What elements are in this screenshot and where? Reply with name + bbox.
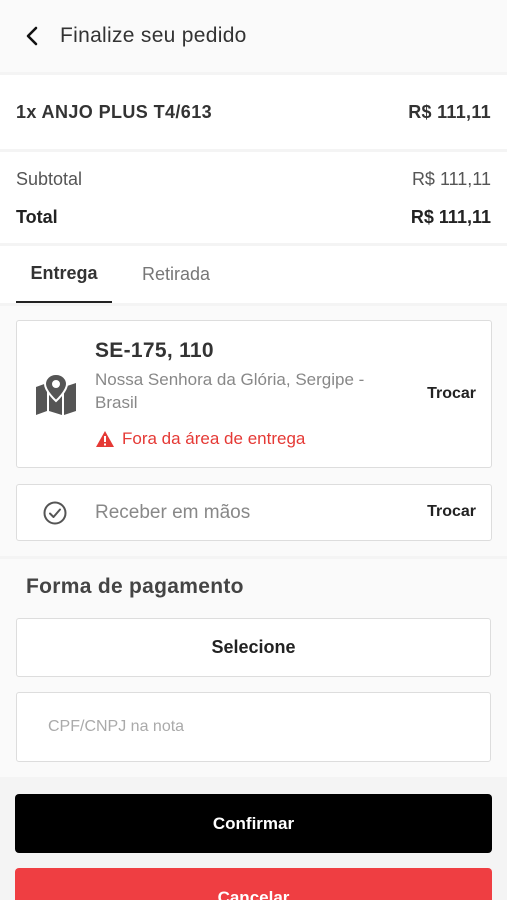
- total-value: R$ 111,11: [410, 206, 491, 227]
- delivery-option-label: Receber em mãos: [95, 502, 251, 523]
- cancel-button[interactable]: Cancelar: [15, 868, 492, 900]
- tab-entrega[interactable]: Entrega: [16, 246, 112, 303]
- page-title: Finalize seu pedido: [60, 24, 247, 47]
- cpf-input[interactable]: [16, 692, 491, 762]
- total-label: Total: [16, 206, 58, 227]
- payment-method-select[interactable]: Selecione: [16, 618, 491, 677]
- address-city: Nossa Senhora da Glória, Sergipe - Brasi…: [95, 370, 365, 412]
- map-pin-icon: [36, 373, 76, 415]
- address-street: SE-175, 110: [95, 339, 214, 362]
- confirm-button[interactable]: Confirmar: [15, 794, 492, 853]
- payment-section: Forma de pagamento Selecione: [0, 559, 507, 777]
- item-price: R$ 111,11: [408, 101, 491, 122]
- delivery-warning: Fora da área de entrega: [95, 429, 305, 449]
- subtotal-label: Subtotal: [16, 168, 83, 189]
- chevron-left-icon: [26, 26, 38, 46]
- subtotal-row: Subtotal R$ 111,11: [16, 169, 491, 189]
- warning-icon: [96, 431, 114, 447]
- order-totals: Subtotal R$ 111,11 Total R$ 111,11: [0, 152, 507, 243]
- check-circle-icon: [43, 501, 67, 525]
- total-row: Total R$ 111,11: [16, 207, 491, 227]
- change-address-button[interactable]: Trocar: [427, 385, 476, 403]
- change-delivery-option-button[interactable]: Trocar: [427, 503, 476, 521]
- order-item: 1x ANJO PLUS T4/613 R$ 111,11: [0, 75, 507, 149]
- address-card: SE-175, 110 Nossa Senhora da Glória, Ser…: [16, 320, 492, 468]
- item-name: 1x ANJO PLUS T4/613: [16, 101, 213, 122]
- tab-retirada[interactable]: Retirada: [112, 246, 240, 303]
- delivery-option-card: Receber em mãos Trocar: [16, 484, 492, 541]
- subtotal-value: R$ 111,11: [411, 168, 491, 189]
- payment-title: Forma de pagamento: [26, 575, 244, 598]
- back-button[interactable]: [20, 24, 44, 48]
- header: Finalize seu pedido: [0, 0, 507, 72]
- delivery-tabs: Entrega Retirada: [0, 246, 507, 303]
- warning-text: Fora da área de entrega: [122, 429, 306, 448]
